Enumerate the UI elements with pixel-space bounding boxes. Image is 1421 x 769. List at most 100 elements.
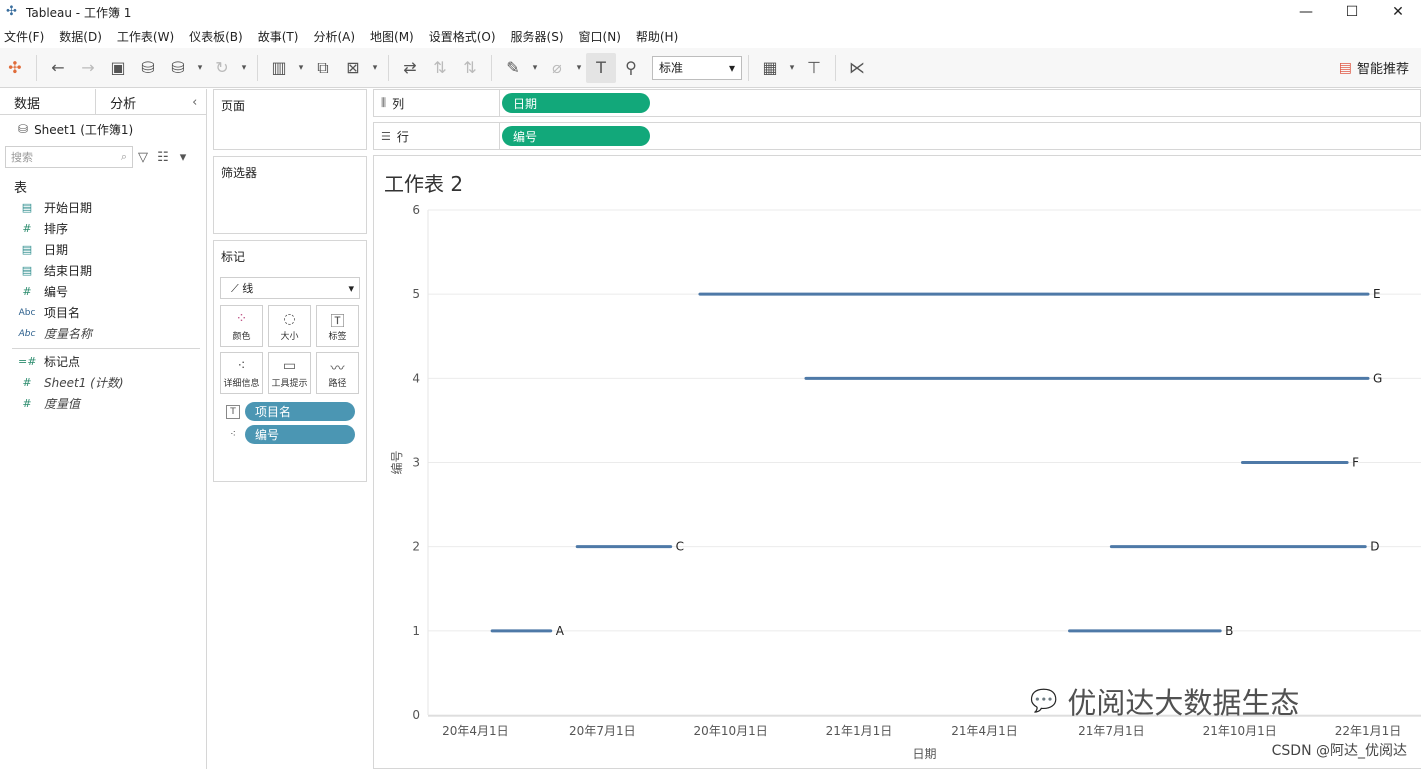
field-item[interactable]: Abc 项目名 [0,302,206,323]
presentation-mode-icon[interactable]: ⊤ [799,53,829,83]
detail-button[interactable]: ⁖ 详细信息 [220,352,263,394]
chevron-down-icon[interactable]: ▾ [294,53,308,83]
color-label: 颜色 [232,331,251,342]
show-labels-icon[interactable]: T [586,52,616,83]
x-tick-label: 21年1月1日 [826,724,893,738]
y-tick-label: 5 [412,287,420,301]
columns-shelf-label: ⫼ 列 [374,90,500,116]
group-icon[interactable]: ⌀ [542,53,572,83]
menu-file[interactable]: 文件(F) [4,28,44,45]
duplicate-sheet-icon[interactable]: ⧉ [308,53,338,83]
chevron-down-icon[interactable]: ▾ [785,53,799,83]
toolbar-separator [36,54,37,81]
refresh-icon[interactable]: ↻ [207,53,237,83]
field-label: 项目名 [44,306,81,320]
field-item[interactable]: # 编号 [0,281,206,302]
watermark: 💬 优阅达大数据生态 [1030,680,1299,722]
chevron-down-icon: ▾ [728,60,735,75]
redo-icon[interactable]: → [73,53,103,83]
label-icon: T [226,404,240,419]
tooltip-button[interactable]: ▭ 工具提示 [268,352,311,394]
chevron-down-icon[interactable]: ▾ [572,53,586,83]
tab-data[interactable]: 数据 [0,89,97,115]
field-item[interactable]: Abc 度量名称 [0,323,206,344]
pin-axes-icon[interactable]: ⚲ [616,53,646,83]
chevron-down-icon: ▾ [348,281,354,295]
field-item[interactable]: # Sheet1 (计数) [0,372,206,393]
menu-analysis[interactable]: 分析(A) [313,28,355,45]
label-button[interactable]: 🅃 标签 [316,305,359,347]
detail-field-pill[interactable]: 编号 [245,425,355,444]
columns-pill[interactable]: 日期 [502,93,650,113]
abc-icon: Abc [18,307,36,318]
datasource-item[interactable]: ⛁ Sheet1 (工作簿1) [0,115,206,143]
tableau-logo-icon: ✣ [6,4,17,19]
tooltip-label: 工具提示 [271,378,308,389]
save-icon[interactable]: ▣ [103,53,133,83]
show-me-button[interactable]: ▤ 智能推荐 [1339,58,1409,78]
chevron-down-icon[interactable]: ▾ [237,53,251,83]
sort-descending-icon[interactable]: ⇅ [455,53,485,83]
view-options-icon[interactable]: ☷ [153,142,173,172]
toolbar-separator [257,54,258,81]
label-field-pill[interactable]: 项目名 [245,402,355,421]
share-icon[interactable]: ⋉ [842,53,872,83]
maximize-button[interactable]: ☐ [1329,0,1375,24]
field-item[interactable]: ▤ 结束日期 [0,260,206,281]
menu-data[interactable]: 数据(D) [59,28,102,45]
chevron-down-icon[interactable]: ▾ [193,53,207,83]
show-cards-icon[interactable]: ▦ [755,53,785,83]
abc-icon: Abc [18,328,36,339]
filter-icon[interactable]: ▽ [133,142,153,172]
wechat-icon: 💬 [1030,688,1058,714]
datasource-icon: ⛁ [18,122,29,136]
field-item[interactable]: ▤ 日期 [0,239,206,260]
highlight-icon[interactable]: ✎ [498,53,528,83]
path-button[interactable]: 〰路径 [316,352,359,394]
field-item[interactable]: =# 标记点 [0,351,206,372]
show-me-label: 智能推荐 [1356,62,1409,77]
menu-map[interactable]: 地图(M) [370,28,414,45]
minimize-button[interactable]: — [1283,0,1329,24]
title-bar: ✣ Tableau - 工作簿 1 — ☐ ✕ [0,0,1421,24]
field-item[interactable]: # 排序 [0,218,206,239]
filters-card-title: 筛选器 [221,166,258,180]
chevron-down-icon[interactable]: ▾ [368,53,382,83]
close-button[interactable]: ✕ [1375,0,1421,24]
collapse-icon[interactable]: ‹ [192,89,206,115]
fit-select[interactable]: 标准 ▾ [652,55,742,80]
field-item[interactable]: ▤ 开始日期 [0,197,206,218]
filters-card[interactable]: 筛选器 [213,156,367,234]
menu-story[interactable]: 故事(T) [258,28,299,45]
search-input[interactable]: 搜索 ⌕ [5,146,133,168]
menu-help[interactable]: 帮助(H) [636,28,678,45]
clear-sheet-icon[interactable]: ⊠ [338,53,368,83]
measure-icon: # [22,397,32,410]
size-button[interactable]: ◌ 大小 [268,305,311,347]
x-axis-title: 日期 [912,747,936,761]
menu-dashboard[interactable]: 仪表板(B) [189,28,243,45]
rows-pill[interactable]: 编号 [502,126,650,146]
sort-ascending-icon[interactable]: ⇅ [425,53,455,83]
new-worksheet-icon[interactable]: ▥ [264,53,294,83]
chevron-down-icon[interactable]: ▾ [528,53,542,83]
y-tick-label: 1 [412,624,420,638]
marks-card-title: 标记 [221,250,246,264]
undo-icon[interactable]: ← [43,53,73,83]
new-datasource-icon[interactable]: ⛁ [133,53,163,83]
menu-format[interactable]: 设置格式(O) [429,28,496,45]
x-tick-label: 21年10月1日 [1203,724,1277,738]
color-button[interactable]: ⁘ 颜色 [220,305,263,347]
tab-analysis[interactable]: 分析 [96,89,192,115]
chevron-down-icon[interactable]: ▾ [173,142,193,172]
menu-server[interactable]: 服务器(S) [511,28,564,45]
tableau-start-icon[interactable]: ✣ [0,53,30,83]
menu-window[interactable]: 窗口(N) [579,28,621,45]
pages-card[interactable]: 页面 [213,89,367,150]
menu-worksheet[interactable]: 工作表(W) [117,28,174,45]
swap-icon[interactable]: ⇄ [395,53,425,83]
toolbar: ✣ ← → ▣ ⛁ ⛁ ▾ ↻ ▾ ▥ ▾ ⧉ ⊠ ▾ ⇄ ⇅ ⇅ ✎ ▾ ⌀ … [0,48,1421,88]
pause-updates-icon[interactable]: ⛁ [163,53,193,83]
field-item[interactable]: # 度量值 [0,393,206,414]
mark-type-select[interactable]: ⟋ 线 ▾ [220,277,360,299]
